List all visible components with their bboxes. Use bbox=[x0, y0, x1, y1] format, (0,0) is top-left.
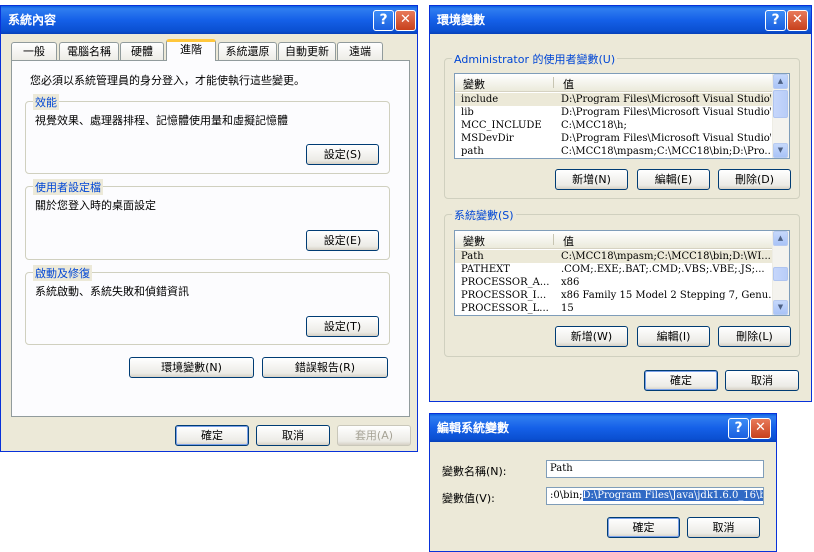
cancel-button[interactable]: 取消 bbox=[687, 517, 760, 538]
variable-name-field[interactable]: Path bbox=[546, 460, 764, 478]
system-variables-group-title: 系統變數(S) bbox=[452, 207, 516, 223]
scroll-down-arrow-icon[interactable]: ▼ bbox=[773, 143, 788, 158]
scroll-up-arrow-icon[interactable]: ▲ bbox=[773, 231, 788, 246]
apply-button[interactable]: 套用(A) bbox=[337, 425, 411, 446]
user-edit-button[interactable]: 編輯(E) bbox=[637, 169, 710, 190]
ok-button[interactable]: 確定 bbox=[644, 370, 718, 391]
tab-automatic-updates[interactable]: 自動更新 bbox=[278, 42, 336, 61]
edit-system-variable-titlebar[interactable]: 編輯系統變數 ? ✕ bbox=[430, 414, 776, 442]
column-header-variable[interactable]: 變數 bbox=[463, 76, 485, 92]
admin-notice: 您必須以系統管理員的身分登入，才能使執行這些變更。 bbox=[30, 74, 305, 87]
environment-variables-button[interactable]: 環境變數(N) bbox=[129, 357, 254, 378]
list-item[interactable]: MSDevDir D:\Program Files\Microsoft Visua… bbox=[455, 132, 773, 145]
startup-recovery-group-title: 啟動及修復 bbox=[33, 265, 92, 281]
variable-value-field[interactable]: :0\bin;D:\Program Files\Java\jdk1.6.0_16… bbox=[546, 487, 764, 505]
system-properties-window: 系統內容 ? ✕ 一般 電腦名稱 硬體 進階 系統還原 自動更新 遠端 您必須以… bbox=[0, 5, 418, 452]
tab-hardware[interactable]: 硬體 bbox=[120, 42, 164, 61]
scroll-thumb[interactable] bbox=[773, 267, 788, 281]
system-variables-scrollbar[interactable]: ▲ ▼ bbox=[772, 231, 789, 315]
performance-group-title: 效能 bbox=[33, 94, 59, 110]
tab-general[interactable]: 一般 bbox=[11, 42, 57, 61]
close-button[interactable]: ✕ bbox=[787, 10, 808, 31]
error-reporting-button[interactable]: 錯誤報告(R) bbox=[262, 357, 388, 378]
list-item[interactable]: MCC_INCLUDE C:\MCC18\h; bbox=[455, 119, 773, 132]
user-variables-scrollbar[interactable]: ▲ ▼ bbox=[772, 74, 789, 158]
scroll-up-arrow-icon[interactable]: ▲ bbox=[773, 74, 788, 89]
tab-computer-name[interactable]: 電腦名稱 bbox=[59, 42, 119, 61]
user-profiles-group: 使用者設定檔 關於您登入時的桌面設定 設定(E) bbox=[25, 179, 390, 260]
variable-value-label: 變數值(V): bbox=[442, 492, 495, 505]
scroll-thumb[interactable] bbox=[773, 90, 788, 118]
system-new-button[interactable]: 新增(W) bbox=[555, 326, 628, 347]
advanced-tab-pane: 您必須以系統管理員的身分登入，才能使執行這些變更。 效能 視覺效果、處理器排程、… bbox=[11, 60, 410, 417]
list-item[interactable]: lib D:\Program Files\Microsoft Visual Stu… bbox=[455, 106, 773, 119]
close-button[interactable]: ✕ bbox=[750, 418, 771, 439]
list-item[interactable]: path C:\MCC18\mpasm;C:\MCC18\bin;D:\Pro..… bbox=[455, 145, 773, 158]
variable-name-label: 變數名稱(N): bbox=[442, 465, 507, 478]
cancel-button[interactable]: 取消 bbox=[725, 370, 799, 391]
environment-variables-title: 環境變數 bbox=[437, 13, 486, 27]
user-new-button[interactable]: 新增(N) bbox=[555, 169, 628, 190]
system-edit-button[interactable]: 編輯(I) bbox=[637, 326, 710, 347]
list-item[interactable]: include D:\Program Files\Microsoft Visual… bbox=[455, 93, 773, 106]
list-item[interactable]: PROCESSOR_I... x86 Family 15 Model 2 Step… bbox=[455, 289, 773, 302]
list-item[interactable]: Path C:\MCC18\mpasm;C:\MCC18\bin;D:\WI... bbox=[455, 250, 773, 263]
user-variables-list-header: 變數 值 bbox=[455, 74, 773, 92]
startup-recovery-group: 啟動及修復 系統啟動、系統失敗和偵錯資訊 設定(T) bbox=[25, 265, 390, 345]
system-properties-title: 系統內容 bbox=[8, 13, 57, 27]
system-variables-group: 系統變數(S) 變數 值 Path C:\MCC18\mpasm;C:\MCC18… bbox=[444, 207, 800, 357]
scroll-down-arrow-icon[interactable]: ▼ bbox=[773, 300, 788, 315]
performance-settings-button[interactable]: 設定(S) bbox=[306, 144, 379, 165]
help-button[interactable]: ? bbox=[373, 10, 394, 31]
user-profiles-settings-button[interactable]: 設定(E) bbox=[306, 230, 379, 251]
list-item[interactable]: PATHEXT .COM;.EXE;.BAT;.CMD;.VBS;.VBE;.JS… bbox=[455, 263, 773, 276]
performance-desc: 視覺效果、處理器排程、記憶體使用量和虛擬記憶體 bbox=[35, 114, 288, 127]
list-item[interactable]: PROCESSOR_L... 15 bbox=[455, 302, 773, 315]
help-button[interactable]: ? bbox=[728, 418, 749, 439]
environment-variables-window: 環境變數 ? ✕ Administrator 的使用者變數(U) 變數 值 in… bbox=[429, 5, 812, 402]
user-profiles-desc: 關於您登入時的桌面設定 bbox=[35, 199, 156, 212]
help-button[interactable]: ? bbox=[765, 10, 786, 31]
user-delete-button[interactable]: 刪除(D) bbox=[718, 169, 791, 190]
environment-variables-titlebar[interactable]: 環境變數 ? ✕ bbox=[430, 6, 811, 34]
column-header-value[interactable]: 值 bbox=[563, 233, 574, 249]
user-profiles-group-title: 使用者設定檔 bbox=[33, 179, 103, 195]
system-variables-list-header: 變數 值 bbox=[455, 231, 773, 249]
ok-button[interactable]: 確定 bbox=[607, 517, 680, 538]
selected-text: D:\Program Files\Java\jdk1.6.0_16\bin; bbox=[582, 490, 763, 501]
performance-group: 效能 視覺效果、處理器排程、記憶體使用量和虛擬記憶體 設定(S) bbox=[25, 94, 390, 174]
tab-advanced[interactable]: 進階 bbox=[166, 39, 216, 61]
cancel-button[interactable]: 取消 bbox=[256, 425, 330, 446]
list-item[interactable]: PROCESSOR_A... x86 bbox=[455, 276, 773, 289]
system-properties-titlebar[interactable]: 系統內容 ? ✕ bbox=[1, 6, 417, 34]
system-variables-list[interactable]: 變數 值 Path C:\MCC18\mpasm;C:\MCC18\bin;D:\… bbox=[454, 230, 790, 316]
startup-recovery-settings-button[interactable]: 設定(T) bbox=[306, 316, 379, 337]
ok-button[interactable]: 確定 bbox=[175, 425, 249, 446]
user-variables-group: Administrator 的使用者變數(U) 變數 值 include D:\P… bbox=[444, 51, 800, 199]
system-delete-button[interactable]: 刪除(L) bbox=[718, 326, 791, 347]
tab-system-restore[interactable]: 系統還原 bbox=[218, 42, 277, 61]
tab-remote[interactable]: 遠端 bbox=[337, 42, 383, 61]
edit-system-variable-title: 編輯系統變數 bbox=[437, 421, 510, 435]
column-header-value[interactable]: 值 bbox=[563, 76, 574, 92]
edit-system-variable-window: 編輯系統變數 ? ✕ 變數名稱(N): Path 變數值(V): :0\bin;… bbox=[429, 413, 777, 552]
column-header-variable[interactable]: 變數 bbox=[463, 233, 485, 249]
user-variables-list[interactable]: 變數 值 include D:\Program Files\Microsoft V… bbox=[454, 73, 790, 159]
startup-recovery-desc: 系統啟動、系統失敗和偵錯資訊 bbox=[35, 285, 189, 298]
user-variables-group-title: Administrator 的使用者變數(U) bbox=[452, 51, 618, 67]
close-button[interactable]: ✕ bbox=[395, 10, 416, 31]
